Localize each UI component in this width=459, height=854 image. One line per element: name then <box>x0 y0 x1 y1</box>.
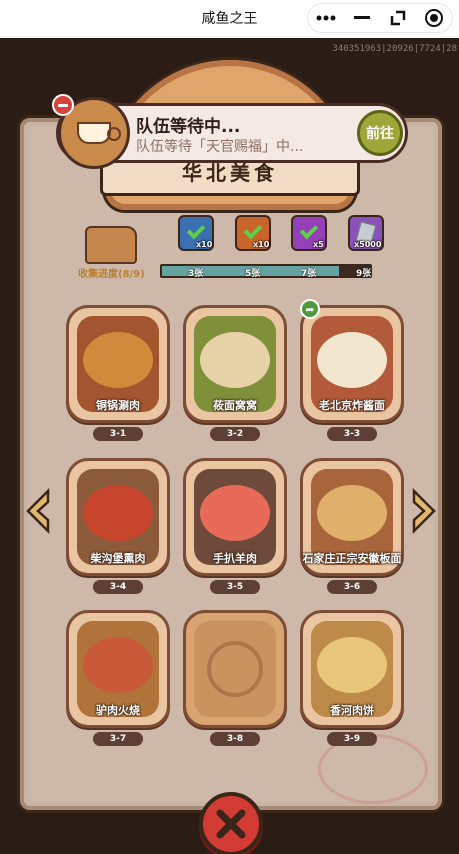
build-id-text: 340351963|20926|7724|28 <box>332 44 457 54</box>
mini-program-topbar: 咸鱼之王 <box>0 0 459 38</box>
food-card-3-7[interactable]: 驴肉火烧 3-7 <box>66 610 170 748</box>
food-name: 莜面窝窝 <box>213 399 257 412</box>
progress-tick: 5张 <box>245 269 261 279</box>
food-number: 3-2 <box>210 427 260 441</box>
food-name: 手扒羊肉 <box>213 552 257 565</box>
go-button[interactable]: 前往 <box>357 110 403 156</box>
dismiss-notification-button[interactable] <box>52 94 74 116</box>
food-number: 3-6 <box>327 580 377 594</box>
food-number: 3-4 <box>93 580 143 594</box>
food-card-3-2[interactable]: 莜面窝窝 3-2 <box>183 305 287 443</box>
food-number: 3-5 <box>210 580 260 594</box>
reward-count: x10 <box>196 240 213 249</box>
prev-page-arrow-icon[interactable] <box>24 488 54 534</box>
food-number: 3-3 <box>327 427 377 441</box>
reward-count: x5 <box>313 240 324 249</box>
progress-tick: 7张 <box>301 269 317 279</box>
close-button[interactable] <box>199 792 263 854</box>
progress-tick: 3张 <box>188 269 204 279</box>
food-name: 香河肉饼 <box>330 704 374 717</box>
next-page-arrow-icon[interactable] <box>408 488 438 534</box>
reward-count: x10 <box>253 240 270 249</box>
close-program-icon[interactable] <box>418 5 450 31</box>
capsule-menu <box>307 3 453 33</box>
food-name: 铜锅涮肉 <box>96 399 140 412</box>
food-card-3-6[interactable]: 石家庄正宗安徽板面 3-6 <box>300 458 404 596</box>
food-card-3-3[interactable]: ➦ 老北京炸酱面 3-3 <box>300 299 404 443</box>
food-number: 3-7 <box>93 732 143 746</box>
more-dots-icon[interactable] <box>310 5 342 31</box>
minimize-icon[interactable] <box>346 5 378 31</box>
reward-count: x5000 <box>354 240 382 249</box>
restore-icon[interactable] <box>382 5 414 31</box>
food-name: 石家庄正宗安徽板面 <box>302 552 402 565</box>
locked-emblem-icon <box>207 641 263 697</box>
collection-book-icon <box>85 226 137 264</box>
progress-tick: 9张 <box>356 269 372 279</box>
close-icon <box>216 809 246 839</box>
food-number: 3-8 <box>210 732 260 746</box>
food-card-3-1[interactable]: 铜锅涮肉 3-1 <box>66 305 170 443</box>
notification-subtitle: 队伍等待「天官赐福」中... <box>136 139 304 155</box>
progress-label: 收集进度(8/9) <box>78 269 145 280</box>
food-card-3-9[interactable]: 香河肉饼 3-9 <box>300 610 404 748</box>
food-number: 3-9 <box>327 732 377 746</box>
food-card-3-8-locked[interactable]: 3-8 <box>183 610 287 748</box>
locked-placeholder <box>194 621 276 717</box>
food-card-3-5[interactable]: 手扒羊肉 3-5 <box>183 458 287 596</box>
food-name: 驴肉火烧 <box>96 704 140 717</box>
food-number: 3-1 <box>93 427 143 441</box>
food-name: 柴沟堡熏肉 <box>90 552 146 565</box>
food-name: 老北京炸酱面 <box>319 399 385 412</box>
notification-title: 队伍等待中... <box>136 117 241 137</box>
food-card-3-4[interactable]: 柴沟堡熏肉 3-4 <box>66 458 170 596</box>
share-icon[interactable]: ➦ <box>300 299 320 319</box>
